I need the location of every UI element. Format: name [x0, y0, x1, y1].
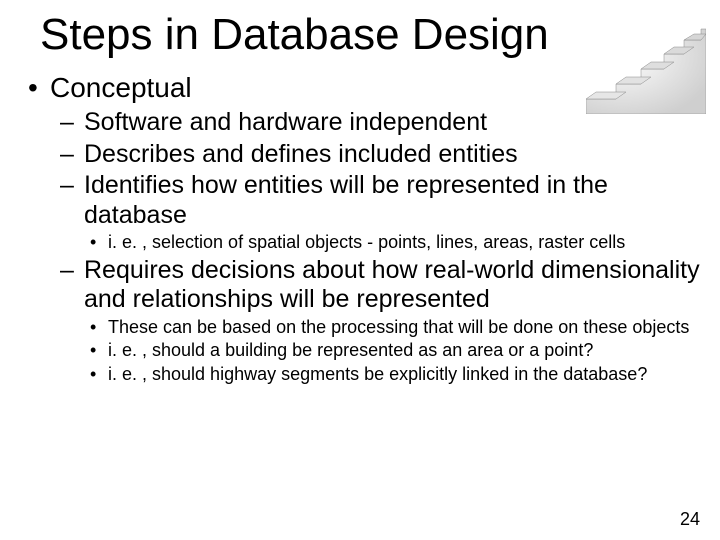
bullet-l2: Requires decisions about how real-world …	[60, 256, 700, 315]
bullet-l1: Conceptual	[28, 72, 700, 104]
bullet-l2: Describes and defines included entities	[60, 140, 700, 170]
bullet-l2: Identifies how entities will be represen…	[60, 171, 700, 230]
bullet-l3: i. e. , selection of spatial objects - p…	[90, 232, 700, 254]
slide-title: Steps in Database Design	[40, 10, 549, 60]
bullet-l3: i. e. , should highway segments be expli…	[90, 364, 700, 386]
bullet-l2: Software and hardware independent	[60, 108, 700, 138]
slide: Steps in Database Design Conceptual Soft…	[0, 0, 720, 540]
bullet-l3: i. e. , should a building be represented…	[90, 340, 700, 362]
page-number: 24	[680, 509, 700, 530]
bullet-l3: These can be based on the processing tha…	[90, 317, 700, 339]
slide-body: Conceptual Software and hardware indepen…	[28, 72, 700, 388]
